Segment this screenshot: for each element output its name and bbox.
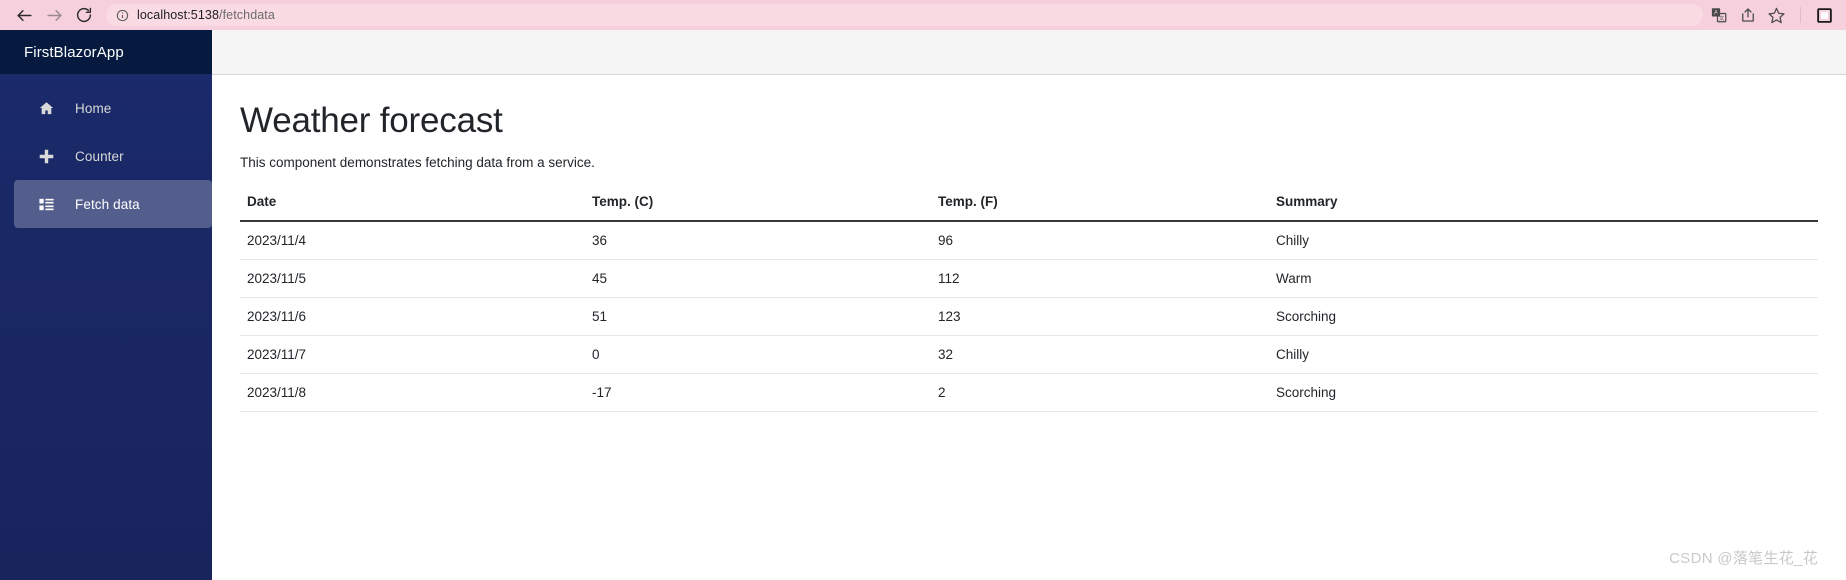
app-shell: FirstBlazorApp Home Counter Fetch data W…	[0, 30, 1846, 580]
sidebar-item-fetch-data[interactable]: Fetch data	[14, 180, 212, 228]
home-icon	[38, 100, 55, 117]
cell-summary: Warm	[1269, 259, 1818, 298]
brand-title: FirstBlazorApp	[24, 43, 124, 61]
cell-summary: Chilly	[1269, 335, 1818, 374]
sidebar-panel-icon[interactable]	[1815, 6, 1834, 25]
sidebar-item-label-fetch-data: Fetch data	[75, 196, 140, 212]
list-grid-glyph-icon	[39, 198, 54, 210]
plus-icon	[38, 148, 55, 165]
cell-temp-c: 36	[585, 221, 931, 260]
main-area: Weather forecast This component demonstr…	[212, 30, 1846, 580]
sidebar: FirstBlazorApp Home Counter Fetch data	[0, 30, 212, 580]
cell-date: 2023/11/8	[240, 373, 585, 412]
table-header-row: Date Temp. (C) Temp. (F) Summary	[240, 194, 1818, 222]
back-arrow-icon	[16, 9, 32, 21]
column-header-date: Date	[240, 194, 585, 222]
content-topbar	[212, 30, 1846, 75]
reload-icon	[76, 7, 92, 23]
cell-summary: Chilly	[1269, 221, 1818, 260]
cell-summary: Scorching	[1269, 297, 1818, 336]
reload-button[interactable]	[70, 2, 98, 28]
toolbar-divider	[1800, 7, 1801, 23]
column-header-temp-c: Temp. (C)	[585, 194, 931, 222]
forward-button[interactable]	[40, 2, 68, 28]
list-grid-icon	[38, 196, 55, 213]
table-row: 2023/11/6 51 123 Scorching	[240, 297, 1818, 336]
cell-date: 2023/11/7	[240, 335, 585, 374]
brand-header[interactable]: FirstBlazorApp	[0, 30, 212, 74]
cell-temp-f: 96	[931, 221, 1269, 260]
info-circle-icon	[116, 9, 129, 21]
plus-glyph-icon	[39, 149, 54, 163]
table-row: 2023/11/4 36 96 Chilly	[240, 221, 1818, 260]
cell-temp-f: 2	[931, 373, 1269, 412]
url-host: localhost:5138	[137, 8, 220, 22]
browser-action-icons: A 文	[1709, 6, 1836, 25]
browser-nav-buttons	[10, 2, 98, 28]
watermark: CSDN @落笔生花_花	[1669, 550, 1818, 567]
forward-arrow-icon	[46, 9, 62, 21]
table-row: 2023/11/7 0 32 Chilly	[240, 335, 1818, 374]
translate-icon[interactable]: A 文	[1709, 6, 1728, 25]
cell-date: 2023/11/5	[240, 259, 585, 298]
site-info-icon[interactable]	[116, 9, 129, 22]
cell-date: 2023/11/6	[240, 297, 585, 336]
cell-temp-c: 51	[585, 297, 931, 336]
cell-temp-c: -17	[585, 373, 931, 412]
cell-temp-c: 45	[585, 259, 931, 298]
table-row: 2023/11/8 -17 2 Scorching	[240, 373, 1818, 412]
translate-glyph-icon: A 文	[1711, 8, 1726, 23]
sidebar-item-counter[interactable]: Counter	[14, 132, 212, 180]
table-header: Date Temp. (C) Temp. (F) Summary	[240, 194, 1818, 222]
column-header-temp-f: Temp. (F)	[931, 194, 1269, 222]
back-button[interactable]	[10, 2, 38, 28]
address-bar-text: localhost:5138/fetchdata	[137, 8, 275, 22]
favorite-star-icon[interactable]	[1767, 6, 1786, 25]
cell-summary: Scorching	[1269, 373, 1818, 412]
page-description: This component demonstrates fetching dat…	[240, 155, 595, 170]
share-icon[interactable]	[1738, 6, 1757, 25]
share-arrow-icon	[1741, 8, 1754, 22]
table-row: 2023/11/5 45 112 Warm	[240, 259, 1818, 298]
cell-date: 2023/11/4	[240, 221, 585, 260]
column-header-summary: Summary	[1269, 194, 1818, 222]
sidebar-item-label-home: Home	[75, 100, 112, 116]
table-body: 2023/11/4 36 96 Chilly 2023/11/5 45 112 …	[240, 221, 1818, 412]
weather-forecast-table: Date Temp. (C) Temp. (F) Summary 2023/11…	[240, 194, 1818, 412]
cell-temp-f: 112	[931, 259, 1269, 298]
url-path: /fetchdata	[219, 8, 275, 22]
home-glyph-icon	[39, 101, 54, 114]
cell-temp-f: 123	[931, 297, 1269, 336]
address-bar[interactable]: localhost:5138/fetchdata	[106, 4, 1703, 26]
sidebar-nav-list: Home Counter Fetch data	[0, 74, 212, 228]
browser-toolbar: localhost:5138/fetchdata A 文	[0, 0, 1846, 30]
star-outline-icon	[1768, 7, 1785, 23]
cell-temp-f: 32	[931, 335, 1269, 374]
cell-temp-c: 0	[585, 335, 931, 374]
page-title: Weather forecast	[240, 101, 503, 140]
page-content: Weather forecast This component demonstr…	[212, 75, 1846, 580]
panel-square-icon	[1817, 7, 1832, 23]
sidebar-item-label-counter: Counter	[75, 148, 124, 164]
sidebar-item-home[interactable]: Home	[14, 84, 212, 132]
